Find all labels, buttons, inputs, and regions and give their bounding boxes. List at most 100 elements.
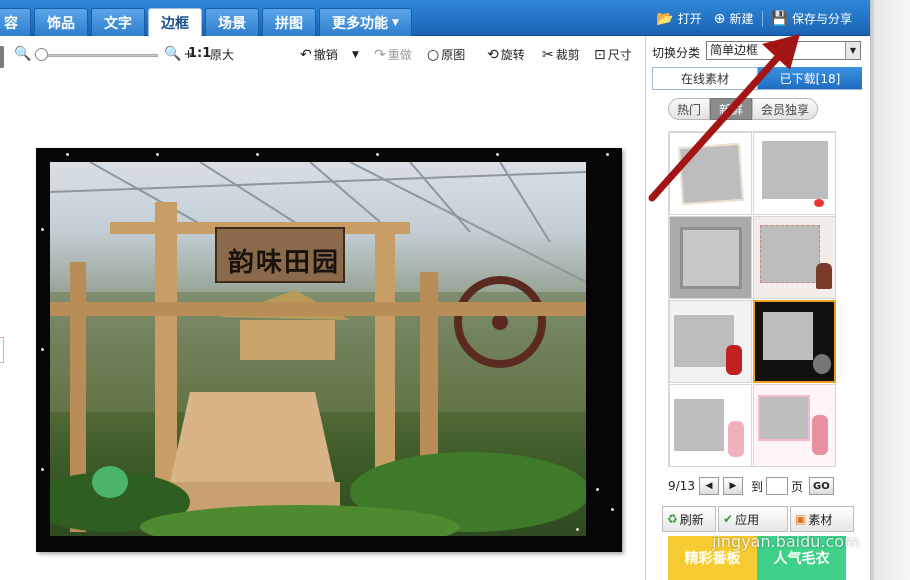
frame-thumbnail[interactable] [753, 132, 836, 215]
new-label: 新建 [729, 12, 754, 26]
tab-strip: 容 饰品 文字 边框 场景 拼图 更多功能 ▼ [0, 8, 415, 37]
floppy-disk-icon: 💾 [770, 10, 788, 27]
tab-label: 容 [4, 15, 18, 32]
rotate-button[interactable]: ⟲ 旋转 [487, 46, 525, 63]
plus-circle-icon: ⊕ [713, 10, 726, 27]
divider [761, 10, 763, 27]
check-icon: ✔ [723, 512, 734, 526]
filter-segment: 热门 新鲜 会员独享 [668, 98, 819, 120]
redo-icon: ↷ [374, 46, 386, 63]
undo-label: 撤销 [313, 48, 338, 62]
refresh-button[interactable]: ♻ 刷新 [662, 506, 716, 532]
frame-thumbnail[interactable] [753, 384, 836, 467]
material-label: 素材 [808, 512, 833, 527]
size-label: 尺寸 [607, 48, 632, 62]
zoom-ratio: 1:1 [188, 46, 212, 61]
frame-thumbnail[interactable] [669, 384, 752, 467]
material-icon: ▣ [795, 512, 807, 526]
greenhouse-photo: 韵味田园 [50, 162, 586, 536]
original-label: 原图 [441, 48, 466, 62]
chevron-down-icon: ▼ [392, 17, 399, 28]
divider [652, 89, 862, 90]
garden-sign-text: 韵味田园 [227, 248, 340, 278]
frame-thumbnail[interactable] [669, 132, 752, 215]
tab-beauty[interactable]: 容 [0, 8, 31, 36]
category-select[interactable]: 简单边框 ▼ [706, 41, 861, 60]
photo-scene [50, 162, 586, 536]
rotate-label: 旋转 [500, 48, 525, 62]
goto-label: 到 [750, 479, 763, 494]
open-label: 打开 [677, 12, 702, 26]
undo-dropdown[interactable]: ▼ [352, 50, 359, 60]
tab-collage[interactable]: 拼图 [262, 8, 316, 36]
watermark-text: jingyan.baidu.com [712, 532, 860, 551]
category-value: 简单边框 [710, 43, 759, 57]
undo-button[interactable]: ↶ 撤销 [300, 46, 338, 63]
tab-label: 边框 [161, 16, 189, 32]
redo-button[interactable]: ↷ 重做 [374, 46, 412, 63]
top-tab-bar: 容 饰品 文字 边框 场景 拼图 更多功能 ▼ 📂 打开 ⊕ 新建 💾 保存与分享 [0, 0, 870, 37]
open-button[interactable]: 📂 打开 [650, 10, 707, 27]
tab-text[interactable]: 文字 [91, 8, 145, 36]
tab-online-materials[interactable]: 在线素材 [652, 67, 758, 89]
resize-icon: ⊡ [594, 46, 606, 63]
frame-thumbnail-selected[interactable] [753, 300, 836, 383]
side-marker [0, 337, 4, 363]
material-button[interactable]: ▣ 素材 [790, 506, 854, 532]
rotate-icon: ⟲ [487, 46, 499, 63]
page-number-input[interactable] [765, 477, 788, 495]
tab-label: 拼图 [275, 15, 303, 32]
top-actions: 📂 打开 ⊕ 新建 💾 保存与分享 [650, 10, 858, 27]
right-scroll-edge [870, 0, 910, 580]
resize-button[interactable]: ⊡ 尺寸 [594, 46, 632, 63]
filter-new[interactable]: 新鲜 [710, 98, 753, 120]
save-share-button[interactable]: 💾 保存与分享 [765, 10, 858, 27]
crop-button[interactable]: ✂ 裁剪 [542, 46, 580, 63]
frame-thumbnail-grid [668, 131, 836, 467]
folder-icon: 📂 [656, 10, 674, 27]
tab-label: 更多功能 [332, 15, 388, 32]
new-button[interactable]: ⊕ 新建 [708, 10, 760, 27]
frame-thumbnail[interactable] [669, 300, 752, 383]
original-size-button[interactable]: 原大 [210, 46, 234, 63]
tab-label: 饰品 [47, 15, 75, 32]
refresh-icon: ♻ [667, 512, 678, 526]
page-indicator: 9/13 [668, 479, 695, 493]
frame-thumbnail[interactable] [753, 216, 836, 299]
next-page-button[interactable]: ▶ [722, 477, 743, 495]
material-panel: 切换分类 简单边框 ▼ 在线素材 已下载[18] 热门 新鲜 会员独享 9/13… [645, 36, 870, 580]
tab-downloaded[interactable]: 已下载[18] [758, 67, 862, 89]
filter-vip[interactable]: 会员独享 [752, 98, 819, 120]
panel-tabs: 在线素材 已下载[18] [652, 67, 862, 89]
filter-hot[interactable]: 热门 [668, 98, 711, 120]
original-image-button[interactable]: ○ 原图 [427, 46, 465, 63]
undo-icon: ↶ [300, 46, 312, 63]
circle-icon: ○ [427, 46, 440, 63]
apply-button[interactable]: ✔ 应用 [718, 506, 788, 532]
redo-label: 重做 [387, 48, 412, 62]
pager: 9/13 ◀ ▶ 到 页 GO [668, 476, 868, 496]
zoom-slider-handle[interactable] [35, 48, 48, 61]
prev-page-button[interactable]: ◀ [698, 477, 719, 495]
refresh-label: 刷新 [679, 512, 704, 527]
tab-scene[interactable]: 场景 [205, 8, 259, 36]
chevron-left-icon: ◀ [705, 481, 713, 491]
go-button[interactable]: GO [808, 477, 834, 495]
scissors-icon: ✂ [542, 46, 554, 63]
frame-thumbnail[interactable] [669, 216, 752, 299]
save-share-label: 保存与分享 [791, 12, 852, 26]
framed-photo[interactable]: 韵味田园 [36, 148, 622, 552]
panel-actions: ♻ 刷新 ✔ 应用 ▣ 素材 [662, 506, 862, 532]
tab-label: 场景 [218, 15, 246, 32]
tab-frame[interactable]: 边框 [148, 8, 202, 37]
tab-label: 文字 [104, 15, 132, 32]
crop-label: 裁剪 [555, 48, 580, 62]
category-label: 切换分类 [652, 46, 701, 60]
edit-toolbar: 🔍− 🔍+ 1:1 原大 ↶撤销 ▼ ↷重做 ○原图 ⟲旋转 ✂裁剪 ⊡尺寸 [0, 40, 645, 70]
zoom-slider[interactable] [40, 54, 158, 57]
apply-label: 应用 [735, 512, 760, 527]
tab-more-features[interactable]: 更多功能 ▼ [319, 8, 412, 36]
chevron-right-icon: ▶ [729, 481, 737, 491]
page-label: 页 [790, 479, 803, 494]
tab-accessories[interactable]: 饰品 [34, 8, 88, 36]
